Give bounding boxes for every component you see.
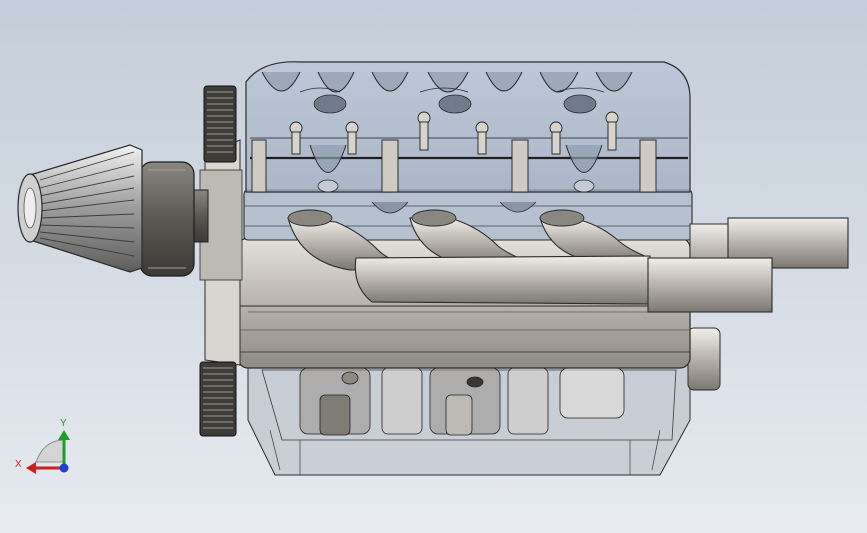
y-axis-arrowhead xyxy=(58,430,70,440)
x-axis-arrowhead xyxy=(26,462,36,474)
lower-tailpipe[interactable] xyxy=(647,257,773,313)
reference-triad[interactable]: Y X xyxy=(15,418,70,474)
air-filter[interactable] xyxy=(17,144,143,273)
engine-model[interactable]: Y X xyxy=(0,0,867,533)
crankcase[interactable] xyxy=(247,361,691,476)
front-cover[interactable] xyxy=(199,139,243,366)
intake-hub[interactable] xyxy=(139,161,209,277)
lower-timing-pulley[interactable] xyxy=(199,361,237,437)
z-axis-dot xyxy=(59,463,69,473)
upper-timing-pulley[interactable] xyxy=(203,85,237,163)
graphics-viewport[interactable]: Y X xyxy=(0,0,867,533)
x-axis-label: X xyxy=(15,459,22,470)
valve-cover[interactable] xyxy=(245,61,691,193)
y-axis-label: Y xyxy=(60,418,67,429)
rear-lower-pipe[interactable] xyxy=(687,327,721,391)
